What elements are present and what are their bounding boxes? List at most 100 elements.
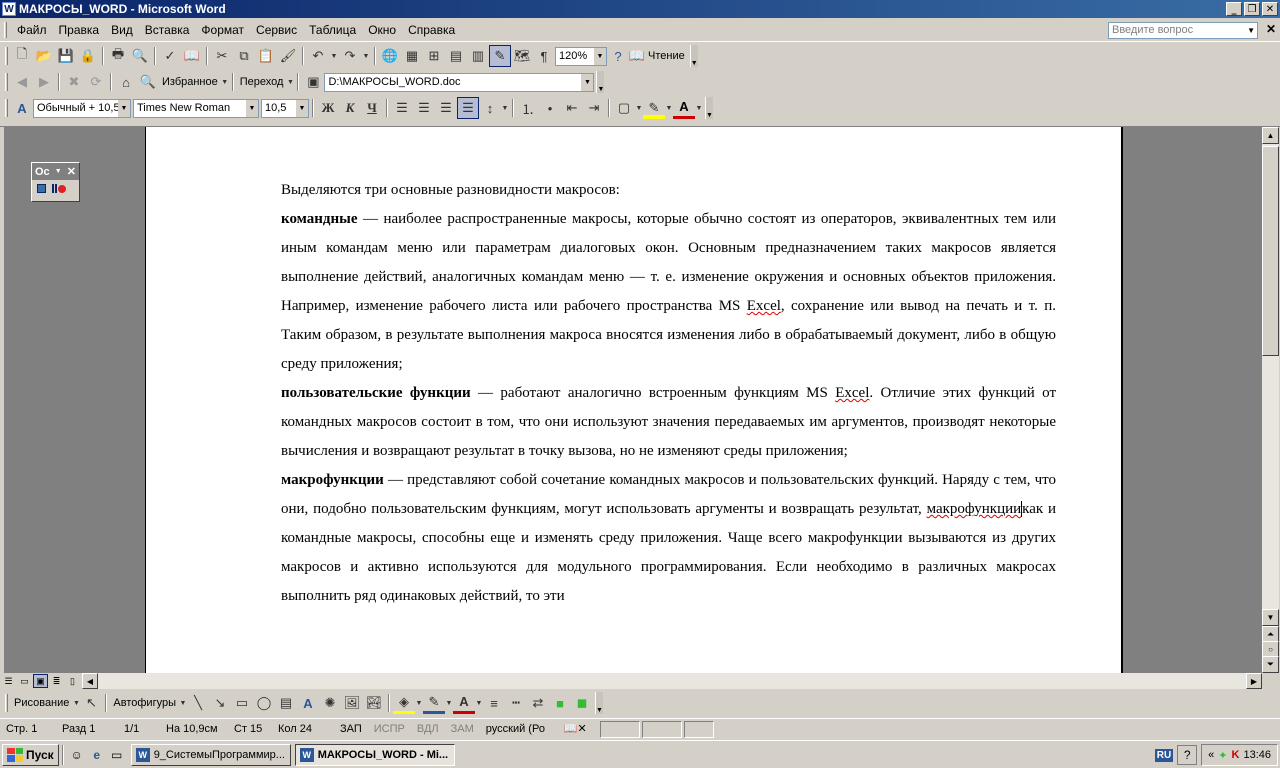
chevron-down-icon[interactable]: ▼ — [415, 692, 423, 714]
document-text[interactable]: Выделяются три основные разновидности ма… — [281, 176, 1056, 611]
messenger-icon[interactable]: ☺ — [67, 745, 87, 765]
dash-style-icon[interactable]: ┅ — [505, 692, 527, 714]
oval-icon[interactable]: ◯ — [253, 692, 275, 714]
stop-recording-titlebar[interactable]: Ос ▼ ✕ — [32, 163, 79, 180]
justify-icon[interactable]: ☰ — [457, 97, 479, 119]
status-track-changes[interactable]: ИСПР — [368, 721, 411, 738]
diagram-icon[interactable]: ✺ — [319, 692, 341, 714]
chevron-down-icon[interactable]: ▼ — [475, 692, 483, 714]
chevron-down-icon[interactable]: ▼ — [72, 692, 80, 714]
close-icon[interactable]: ✕ — [67, 165, 76, 178]
align-center-icon[interactable]: ☰ — [413, 97, 435, 119]
toolbar-options-icon[interactable]: ▼ — [689, 45, 698, 67]
line-icon[interactable]: ╲ — [187, 692, 209, 714]
style-select[interactable]: Обычный + 10,5 ▼ — [33, 98, 131, 118]
chevron-down-icon[interactable]: ▼ — [361, 45, 371, 67]
taskbar-item-document[interactable]: W 9_СистемыПрограммир... — [130, 743, 291, 766]
line-color-icon[interactable]: ✎ — [423, 692, 445, 714]
minimize-button[interactable]: _ — [1226, 2, 1242, 16]
shadow-icon[interactable]: ■ — [549, 692, 571, 714]
paste-icon[interactable]: 📋 — [255, 45, 277, 67]
go-button[interactable]: Переход — [237, 76, 287, 88]
print-preview-icon[interactable]: 🔍 — [129, 45, 151, 67]
numbering-icon[interactable]: ⒈ — [517, 97, 539, 119]
toolbar-options-icon[interactable]: ▼ — [596, 71, 605, 93]
expand-tray-icon[interactable]: « — [1208, 749, 1214, 761]
spelling-status-icon[interactable]: 📖✕ — [558, 721, 598, 738]
borders-icon[interactable]: ▢ — [613, 97, 635, 119]
insert-picture-icon[interactable]: 🏞 — [363, 692, 385, 714]
arrow-icon[interactable]: ↘ — [209, 692, 231, 714]
internet-explorer-icon[interactable]: e — [87, 745, 107, 765]
highlight-icon[interactable]: ✎ — [643, 97, 665, 119]
clipart-icon[interactable]: 🖼 — [341, 692, 363, 714]
document-page[interactable]: Выделяются три основные разновидности ма… — [145, 127, 1123, 673]
reading-mode-button[interactable]: Чтение — [645, 50, 688, 62]
chevron-down-icon[interactable]: ▼ — [695, 97, 703, 119]
font-color-icon[interactable]: A — [673, 97, 695, 119]
status-record[interactable]: ЗАП — [334, 721, 368, 738]
outline-view-icon[interactable]: ≣ — [49, 674, 64, 688]
font-select[interactable]: Times New Roman ▼ — [133, 98, 259, 118]
new-document-icon[interactable]: 🗋 — [11, 45, 33, 67]
cut-icon[interactable]: ✂ — [211, 45, 233, 67]
wordart-icon[interactable]: A — [297, 692, 319, 714]
close-document-button[interactable]: ✕ — [1266, 22, 1276, 36]
help-tray-icon[interactable]: ? — [1177, 745, 1198, 765]
next-page-icon[interactable]: ⏷ — [1262, 656, 1279, 673]
chevron-down-icon[interactable]: ▼ — [445, 692, 453, 714]
text-box-icon[interactable]: ▤ — [275, 692, 297, 714]
taskbar-item-macros-word[interactable]: W МАКРОСЫ_WORD - Mi... — [294, 743, 455, 766]
word-app-icon[interactable]: W — [2, 2, 16, 16]
forward-icon[interactable]: ▶ — [33, 71, 55, 93]
toolbar-grip[interactable] — [5, 99, 8, 117]
zoom-select[interactable]: 120% ▼ — [555, 46, 607, 66]
status-overtype[interactable]: ЗАМ — [445, 721, 480, 738]
format-painter-icon[interactable]: 🖌 — [277, 45, 299, 67]
insert-excel-icon[interactable]: ▤ — [445, 45, 467, 67]
normal-view-icon[interactable]: ☰ — [1, 674, 16, 688]
pause-recording-icon[interactable] — [52, 184, 57, 193]
chevron-down-icon[interactable]: ▼ — [55, 168, 62, 175]
vertical-scroll-thumb[interactable] — [1262, 146, 1279, 356]
clock[interactable]: 13:46 — [1243, 749, 1271, 761]
home-icon[interactable]: ⌂ — [115, 71, 137, 93]
draw-menu-button[interactable]: Рисование — [11, 697, 72, 709]
undo-icon[interactable]: ↶ — [307, 45, 329, 67]
chevron-down-icon[interactable]: ▼ — [286, 71, 294, 93]
address-input[interactable]: D:\МАКРОСЫ_WORD.doc ▼ — [324, 72, 595, 92]
document-map-icon[interactable]: 🗺 — [511, 45, 533, 67]
line-style-icon[interactable]: ≡ — [483, 692, 505, 714]
show-web-toolbar-icon[interactable]: ▣ — [302, 71, 324, 93]
close-button[interactable]: ✕ — [1262, 2, 1278, 16]
status-extend[interactable]: ВДЛ — [411, 721, 445, 738]
3d-icon[interactable]: ◼ — [571, 692, 593, 714]
menu-format[interactable]: Формат — [195, 20, 250, 40]
open-folder-icon[interactable]: 📂 — [33, 45, 55, 67]
insert-table-icon[interactable]: ⊞ — [423, 45, 445, 67]
scroll-right-icon[interactable]: ▶ — [1246, 673, 1262, 689]
show-desktop-icon[interactable]: ▭ — [107, 745, 127, 765]
favorites-button[interactable]: Избранное — [159, 76, 221, 88]
show-hide-icon[interactable]: ¶ — [533, 45, 555, 67]
permission-icon[interactable]: 🔒 — [77, 45, 99, 67]
toolbar-grip[interactable] — [5, 694, 8, 712]
arrow-style-icon[interactable]: ⇄ — [527, 692, 549, 714]
chevron-down-icon[interactable]: ▼ — [221, 71, 229, 93]
hyperlink-icon[interactable]: 🌐 — [379, 45, 401, 67]
underline-button[interactable]: Ч — [361, 97, 383, 119]
antivirus-icon[interactable]: K — [1232, 749, 1240, 761]
fill-color-icon[interactable]: ◈ — [393, 692, 415, 714]
chevron-down-icon[interactable]: ▼ — [665, 97, 673, 119]
refresh-icon[interactable]: ⟳ — [85, 71, 107, 93]
scroll-left-icon[interactable]: ◀ — [82, 673, 98, 689]
chevron-down-icon[interactable]: ▼ — [635, 97, 643, 119]
menu-insert[interactable]: Вставка — [139, 20, 196, 40]
save-icon[interactable]: 💾 — [55, 45, 77, 67]
stop-icon[interactable]: ✖ — [63, 71, 85, 93]
print-layout-icon[interactable]: ▣ — [33, 674, 48, 688]
toolbar-grip[interactable] — [5, 73, 8, 91]
line-spacing-icon[interactable]: ↕ — [479, 97, 501, 119]
chevron-down-icon[interactable]: ▼ — [501, 97, 509, 119]
web-view-icon[interactable]: ▭ — [17, 674, 32, 688]
